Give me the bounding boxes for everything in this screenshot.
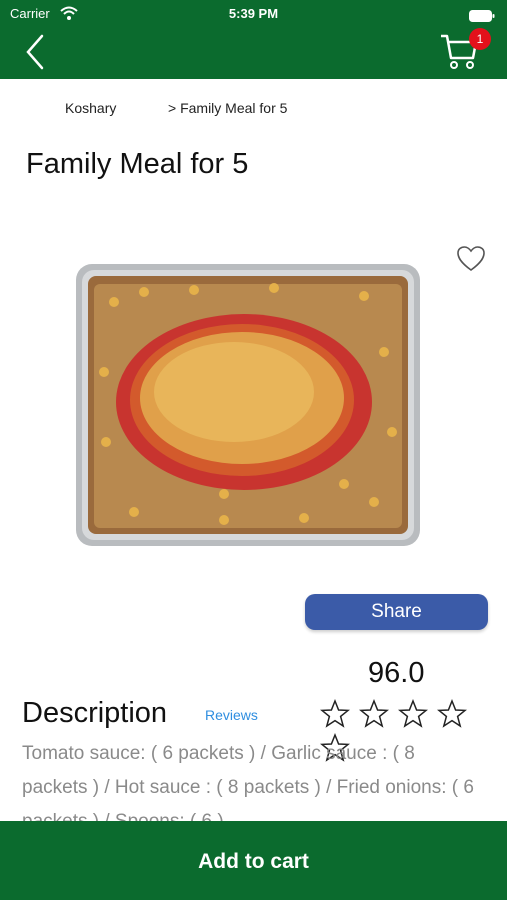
favorite-button[interactable] — [456, 245, 486, 273]
star-icon[interactable] — [320, 699, 350, 729]
back-button[interactable] — [18, 30, 58, 74]
add-to-cart-button[interactable]: Add to cart — [0, 821, 507, 900]
share-button[interactable]: Share — [305, 594, 488, 630]
reviews-link[interactable]: Reviews — [205, 707, 258, 723]
star-icon[interactable] — [437, 699, 468, 729]
product-title: Family Meal for 5 — [26, 148, 249, 180]
app-header: Carrier 5:39 PM 1 — [0, 0, 507, 79]
breadcrumb-current: > Family Meal for 5 — [168, 100, 288, 116]
chevron-left-icon — [26, 34, 44, 70]
cart-button[interactable]: 1 — [439, 28, 491, 74]
star-icon[interactable] — [359, 699, 390, 729]
cart-count-badge: 1 — [469, 28, 491, 50]
battery-icon — [469, 7, 495, 26]
product-image — [76, 264, 420, 546]
status-bar: Carrier 5:39 PM — [0, 0, 507, 28]
heart-icon — [457, 246, 485, 271]
description-text: Tomato sauce: ( 6 packets ) / Garlic sau… — [22, 743, 474, 821]
breadcrumb-category[interactable]: Koshary — [65, 100, 116, 116]
product-price: 96.0 — [368, 657, 425, 689]
rating-stars[interactable] — [320, 699, 507, 762]
breadcrumb: Koshary > Family Meal for 5 — [0, 100, 507, 122]
star-icon[interactable] — [398, 699, 429, 729]
description-heading: Description — [22, 697, 168, 729]
status-time: 5:39 PM — [228, 6, 279, 21]
